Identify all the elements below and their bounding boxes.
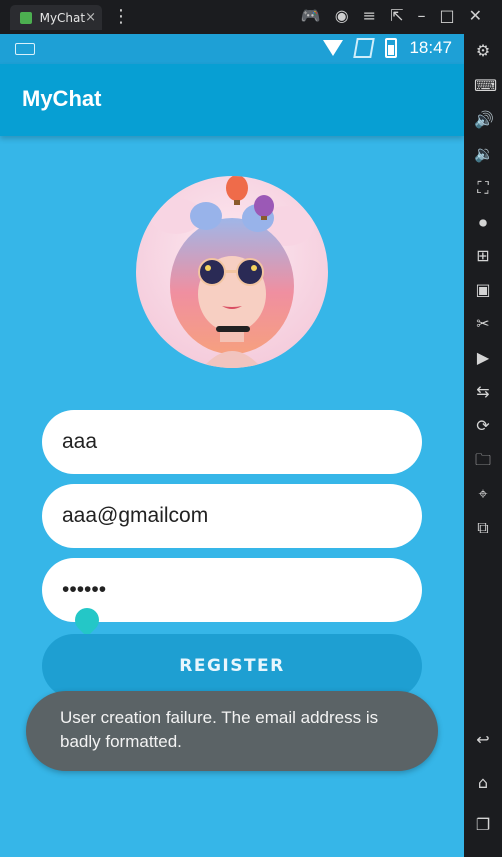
battery-icon [385,38,398,58]
name-input[interactable]: aaa [42,410,422,474]
apk-icon[interactable]: ▣ [474,281,492,299]
keyboard-icon [15,43,35,55]
name-input-value: aaa [62,430,98,453]
keymap-icon[interactable]: ⌨ [474,77,497,95]
gamepad-icon[interactable]: 🎮 [301,6,321,25]
record-icon[interactable]: ⏺ [474,214,492,232]
wifi-icon [323,40,344,56]
minimize-icon[interactable]: – [417,6,425,25]
avatar-illustration [136,176,328,368]
vibrate-icon[interactable]: ⧉ [474,519,492,537]
password-input[interactable]: •••••• [42,558,422,622]
maximize-icon[interactable]: □ [439,6,454,25]
emulator-sidebar: ⚙ ⌨ 🔊 🔉 ⛶ ⏺ ⊞ ▣ ✂ ▶ ⇆ ⟳ 🗀 ⌖ ⧉ ↩ ⌂ ❐ [464,34,502,857]
location-icon[interactable]: ⌖ [474,485,492,503]
toast-message: User creation failure. The email address… [60,708,379,751]
menu-icon[interactable]: ≡ [363,6,376,25]
screen-icon[interactable]: ⛶ [474,179,492,197]
folder-icon[interactable]: 🗀 [474,451,492,469]
profile-avatar[interactable] [136,176,328,368]
sync-icon[interactable]: ⇆ [474,383,492,401]
window-tab-label: MyChat [39,10,86,25]
volume-down-icon[interactable]: 🔉 [474,145,494,163]
email-input-value: aaa@gmailcom [62,504,209,527]
error-toast: User creation failure. The email address… [26,691,438,771]
emulator-title-bar: MyChat × ⋮ 🎮 ◉ ≡ ⇱ – □ ✕ [0,0,502,34]
status-icons: 18:47 [323,38,452,58]
shake-icon[interactable]: ⟳ [474,417,492,435]
password-input-value: •••••• [62,578,107,601]
home-icon[interactable]: ⌂ [474,774,492,792]
status-time: 18:47 [409,38,452,57]
window-controls: 🎮 ◉ ≡ ⇱ – □ ✕ [301,6,482,25]
settings-icon[interactable]: ⚙ [474,42,492,60]
status-bar: 18:47 [0,34,464,64]
android-screen: 18:47 MyChat aaa aaa@gmailcom •••••• REG… [0,34,464,857]
external-icon[interactable]: ⇱ [390,6,403,25]
recents-icon[interactable]: ❐ [474,816,492,834]
no-sim-icon [353,38,376,58]
tab-close-icon[interactable]: × [85,10,96,25]
app-bar: MyChat [0,64,464,136]
account-icon[interactable]: ◉ [335,6,349,25]
email-input[interactable]: aaa@gmailcom [42,484,422,548]
volume-up-icon[interactable]: 🔊 [474,111,494,129]
register-button[interactable]: REGISTER [42,634,422,698]
more-menu-icon[interactable]: ⋮ [112,6,130,27]
scissors-icon[interactable]: ✂ [474,315,492,333]
android-app-icon [20,11,32,24]
window-tab[interactable]: MyChat × [10,5,102,30]
video-icon[interactable]: ▶ [474,349,492,367]
app-title: MyChat [22,86,102,111]
close-icon[interactable]: ✕ [469,6,482,25]
add-window-icon[interactable]: ⊞ [474,247,492,265]
back-icon[interactable]: ↩ [474,731,492,749]
